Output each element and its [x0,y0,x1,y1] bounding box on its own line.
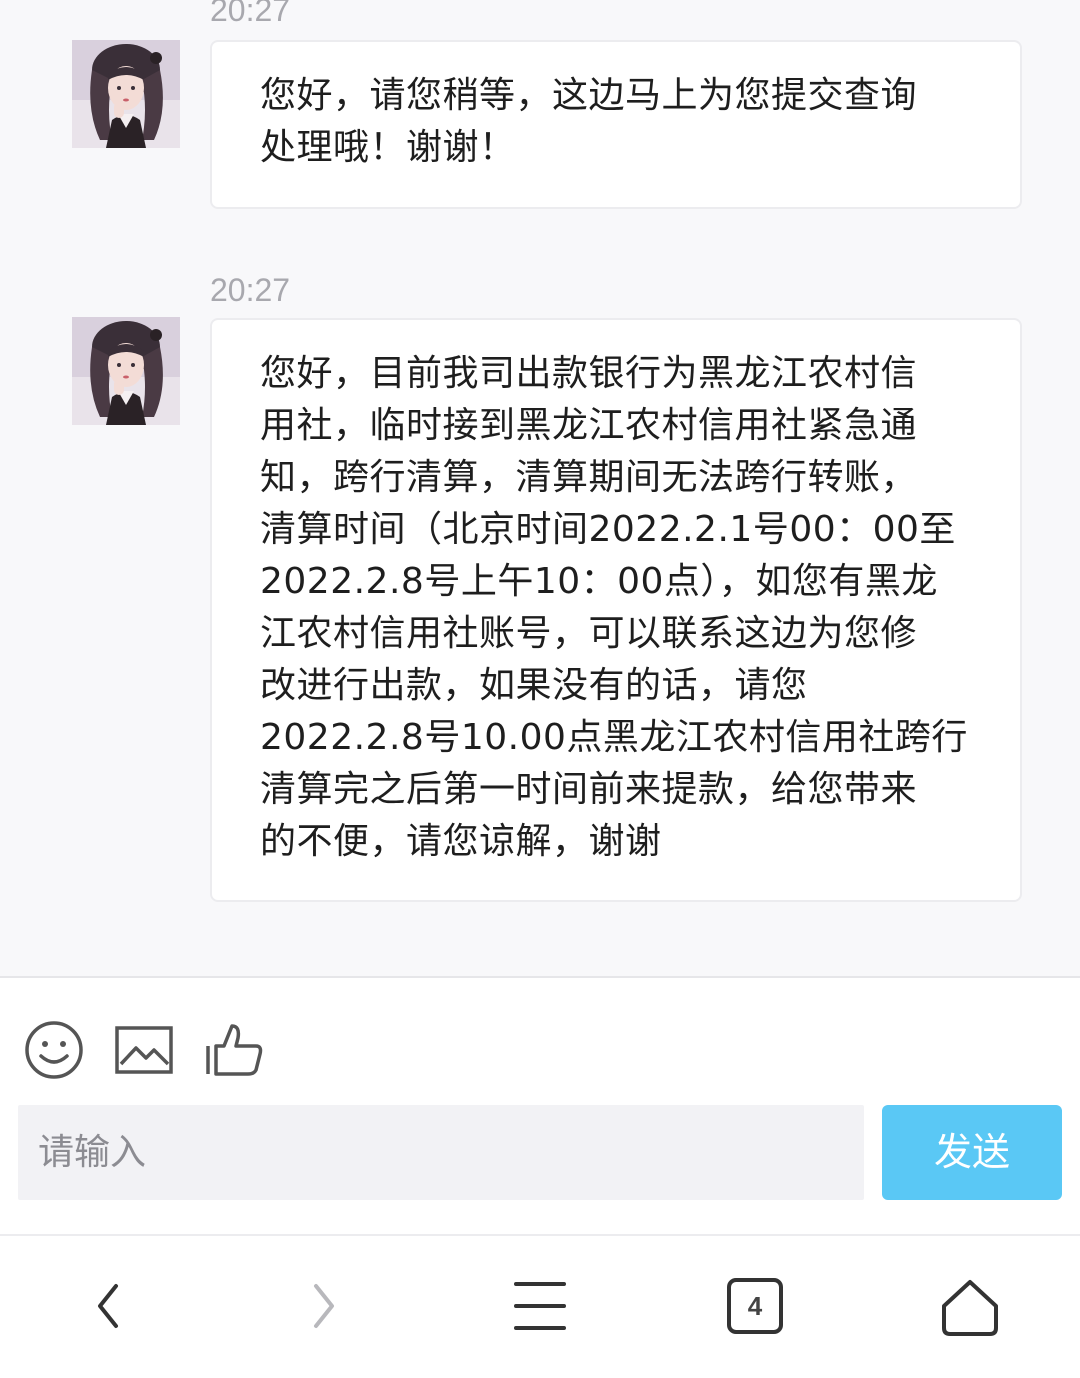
message-line: 江农村信用社账号，可以联系这边为您修 [260,613,918,654]
message-line: 您好，请您稍等，这边马上为您提交查询 [260,75,918,116]
send-button[interactable]: 发送 [882,1105,1062,1200]
message-line: 2022.2.8号上午10：00点），如您有黑龙 [260,561,938,602]
message-input[interactable] [18,1105,864,1200]
thumbs-up-icon[interactable] [202,1018,266,1082]
agent-avatar[interactable] [72,40,180,148]
message-timestamp: 20:27 [210,272,291,308]
tab-count: 4 [747,1291,763,1321]
message-line: 知，跨行清算，清算期间无法跨行转账， [260,457,918,498]
tabs-icon[interactable]: 4 [727,1278,783,1334]
message-line: 用社，临时接到黑龙江农村信用社紧急通 [260,405,918,446]
message-line: 清算时间（北京时间2022.2.1号00：00至 [260,509,956,550]
back-icon[interactable] [70,1270,150,1350]
message-timestamp: 20:27 [210,0,291,28]
chat-area[interactable]: 20:27 您好，请您稍等，这边马上为您提交查询 处理哦！谢谢！ 20:27 您… [0,0,1080,976]
message-line: 改进行出款，如果没有的话，请您 [260,665,808,706]
message-line: 2022.2.8号10.00点黑龙江农村信用社跨行 [260,717,968,758]
agent-avatar[interactable] [72,317,180,425]
message-line: 清算完之后第一时间前来提款，给您带来 [260,769,918,810]
message-line: 处理哦！谢谢！ [260,127,516,168]
message-bubble[interactable]: 您好，目前我司出款银行为黑龙江农村信 用社，临时接到黑龙江农村信用社紧急通 知，… [210,318,1022,902]
image-icon[interactable] [112,1018,176,1082]
home-icon[interactable] [930,1270,1010,1350]
emoji-icon[interactable] [22,1018,86,1082]
menu-icon[interactable] [500,1270,580,1350]
message-bubble[interactable]: 您好，请您稍等，这边马上为您提交查询 处理哦！谢谢！ [210,40,1022,209]
message-line: 的不便，请您谅解，谢谢 [260,821,662,862]
message-line: 您好，目前我司出款银行为黑龙江农村信 [260,353,918,394]
forward-icon[interactable] [284,1270,364,1350]
